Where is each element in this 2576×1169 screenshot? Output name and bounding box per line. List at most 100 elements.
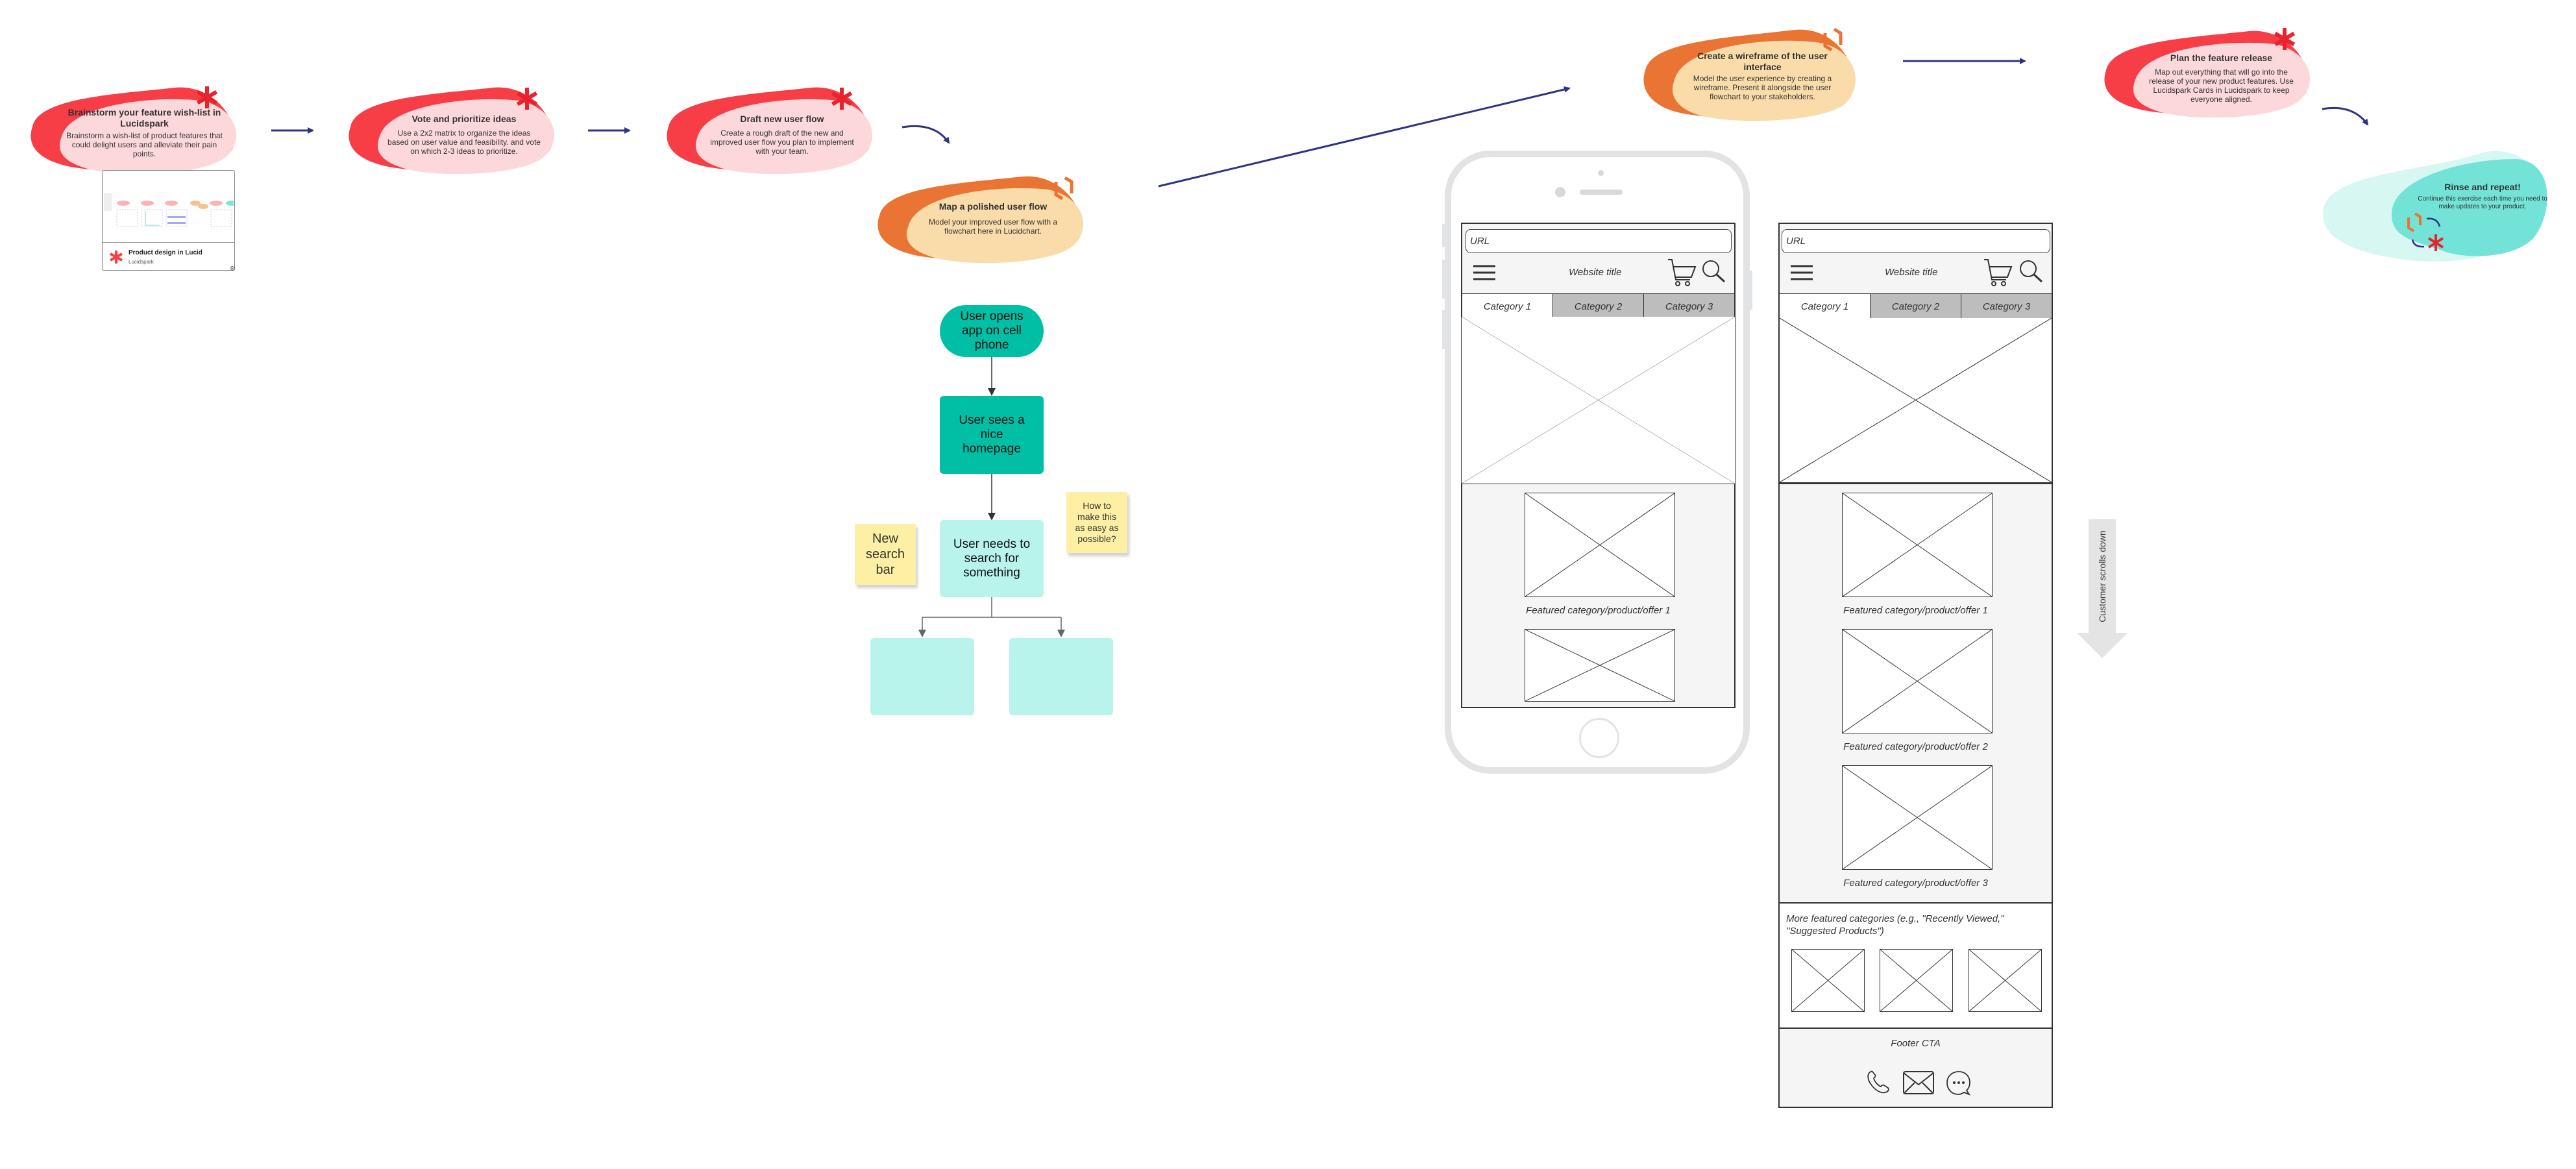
- sticky-note-easy-question[interactable]: How to make this as easy as possible?: [1066, 492, 1127, 553]
- more-featured-label: More featured categories (e.g., "Recentl…: [1786, 913, 2004, 937]
- footer-cta[interactable]: Footer CTA: [1780, 1038, 2052, 1049]
- cart-icon[interactable]: [1983, 258, 2013, 288]
- featured-caption-3: Featured category/product/offer 3: [1843, 878, 1988, 889]
- phone-camera-dot: [1598, 170, 1604, 176]
- scroll-down-arrow: Customer scrolls down: [2076, 519, 2129, 659]
- category-tabs: Category 1 Category 2 Category 3: [1780, 293, 2052, 319]
- embed-card-subtitle: Lucidspark: [129, 259, 154, 265]
- tab-category-3[interactable]: Category 3: [1961, 294, 2052, 319]
- step-body: Continue this exercise each time you nee…: [2418, 195, 2547, 210]
- url-placeholder: URL: [1470, 236, 1490, 247]
- lucidspark-asterisk-icon: [196, 86, 218, 108]
- featured-caption-1: Featured category/product/offer 1: [1526, 605, 1671, 616]
- step-title: Rinse and repeat!: [2444, 182, 2521, 192]
- lucidspark-asterisk-icon: [831, 88, 853, 110]
- step-wireframe[interactable]: Create a wireframe of the user interface…: [1639, 25, 1859, 125]
- phone-home-button[interactable]: [1579, 718, 1619, 758]
- flow-node-label: User needs to search for something: [953, 537, 1031, 580]
- lucidchart-bracket-icon: [1054, 176, 1073, 201]
- step-body: Use a 2x2 matrix to organize the ideas b…: [387, 129, 541, 156]
- url-field[interactable]: URL: [1466, 229, 1732, 253]
- step-title: Vote and prioritize ideas: [411, 114, 517, 124]
- featured-section: Featured category/product/offer 1 Featur…: [1778, 483, 2053, 905]
- step-title: Create a wireframe of the user interface: [1697, 51, 1828, 72]
- step-body: Brainstorm a wish-list of product featur…: [66, 131, 223, 158]
- tab-category-2[interactable]: Category 2: [1870, 294, 1961, 319]
- phone-side-button: [1442, 310, 1445, 349]
- more-featured-placeholder-1: [1791, 949, 1865, 1012]
- step-body: Model your improved user flow with a flo…: [928, 217, 1058, 236]
- tab-category-1[interactable]: Category 1: [1780, 294, 1870, 319]
- step-vote[interactable]: Vote and prioritize ideas Use a 2x2 matr…: [344, 81, 558, 178]
- website-title: Website title: [1569, 267, 1622, 278]
- sticky-text: New search bar: [865, 532, 905, 577]
- featured-image-placeholder: [1842, 629, 1993, 733]
- hamburger-menu-icon[interactable]: [1790, 264, 1813, 281]
- lucidchart-bracket-icon: [1823, 27, 1843, 52]
- footer-section: Footer CTA: [1778, 1027, 2053, 1108]
- lucidspark-asterisk-icon: [2274, 28, 2296, 50]
- search-icon[interactable]: [1701, 259, 1726, 284]
- featured-image-placeholder: [1842, 765, 1993, 870]
- featured-image-placeholder: [1525, 493, 1675, 597]
- flow-node-homepage[interactable]: User sees a nice homepage: [940, 396, 1044, 474]
- hamburger-menu-icon[interactable]: [1473, 264, 1496, 281]
- phone-speaker: [1580, 190, 1623, 195]
- sticky-text: How to make this as easy as possible?: [1075, 500, 1119, 544]
- step-map[interactable]: Map a polished user flow Model your impr…: [873, 170, 1087, 267]
- search-icon[interactable]: [2018, 259, 2043, 284]
- step-rinse[interactable]: Rinse and repeat! Continue this exercise…: [2320, 146, 2554, 266]
- url-placeholder: URL: [1786, 236, 1806, 247]
- board-thumbnail: [104, 193, 234, 227]
- phone-side-button: [1442, 260, 1445, 299]
- arrow-release-to-rinse: [2322, 106, 2369, 126]
- phone-front-camera: [1555, 187, 1565, 197]
- flow-node-open-app[interactable]: User opens app on cell phone: [940, 305, 1044, 357]
- flow-node-label: User opens app on cell phone: [960, 310, 1024, 352]
- embed-card-title: Product design in Lucid: [129, 249, 202, 256]
- resize-handle-icon[interactable]: ⚙: [230, 265, 238, 273]
- email-icon[interactable]: [1902, 1070, 1935, 1095]
- hero-image-placeholder: [1461, 317, 1736, 484]
- more-featured-placeholder-2: [1880, 949, 1953, 1012]
- lucidspark-logo-icon: [110, 251, 123, 264]
- step-brainstorm[interactable]: Brainstorm your feature wish-list in Luc…: [26, 81, 240, 178]
- phone-featured-section: Featured category/product/offer 1: [1461, 484, 1736, 708]
- featured-caption-2: Featured category/product/offer 2: [1843, 741, 1988, 752]
- tab-category-2[interactable]: Category 2: [1552, 294, 1643, 319]
- scroll-label: Customer scrolls down: [2097, 530, 2107, 622]
- step-title: Map a polished user flow: [938, 201, 1048, 212]
- sticky-note-new-search-bar[interactable]: New search bar: [855, 524, 916, 585]
- flow-node-search[interactable]: User needs to search for something: [940, 520, 1044, 597]
- flow-node-label: User sees a nice homepage: [959, 413, 1025, 456]
- tab-category-1[interactable]: Category 1: [1462, 294, 1552, 319]
- url-field[interactable]: URL: [1782, 229, 2050, 253]
- desktop-wireframe-header: URL Website title Category 1 Category 2 …: [1778, 223, 2053, 320]
- flow-node-branch-1[interactable]: [870, 638, 974, 715]
- step-body: Map out everything that will go into the…: [2149, 68, 2294, 104]
- arrow-draft-to-map: [902, 125, 950, 144]
- step-title: Brainstorm your feature wish-list in Luc…: [67, 107, 221, 129]
- step-release[interactable]: Plan the feature release Map out everyth…: [2100, 25, 2314, 122]
- category-tabs: Category 1 Category 2 Category 3: [1462, 293, 1734, 319]
- more-featured-placeholder-3: [1969, 949, 2042, 1012]
- chat-icon[interactable]: [1946, 1070, 1972, 1096]
- cycle-icon: [2407, 212, 2444, 251]
- tab-category-3[interactable]: Category 3: [1643, 294, 1734, 319]
- hero-image-placeholder: [1778, 318, 2053, 484]
- cart-icon[interactable]: [1667, 258, 1697, 288]
- step-title: Plan the feature release: [2170, 53, 2273, 63]
- embed-card[interactable]: Product design in Lucid Lucidspark ⚙: [102, 170, 238, 273]
- featured-image-placeholder: [1842, 493, 1993, 597]
- lucidspark-asterisk-icon: [516, 88, 538, 110]
- step-title: Draft new user flow: [740, 114, 824, 124]
- more-featured-section: More featured categories (e.g., "Recentl…: [1778, 902, 2053, 1029]
- featured-image-placeholder: [1525, 629, 1675, 702]
- flow-node-branch-2[interactable]: [1009, 638, 1113, 715]
- website-title: Website title: [1885, 267, 1938, 278]
- embed-card-preview: [103, 171, 234, 243]
- phone-icon[interactable]: [1866, 1070, 1891, 1095]
- phone-side-button: [1750, 271, 1752, 310]
- step-draft[interactable]: Draft new user flow Create a rough draft…: [662, 81, 876, 178]
- phone-side-button: [1442, 224, 1445, 247]
